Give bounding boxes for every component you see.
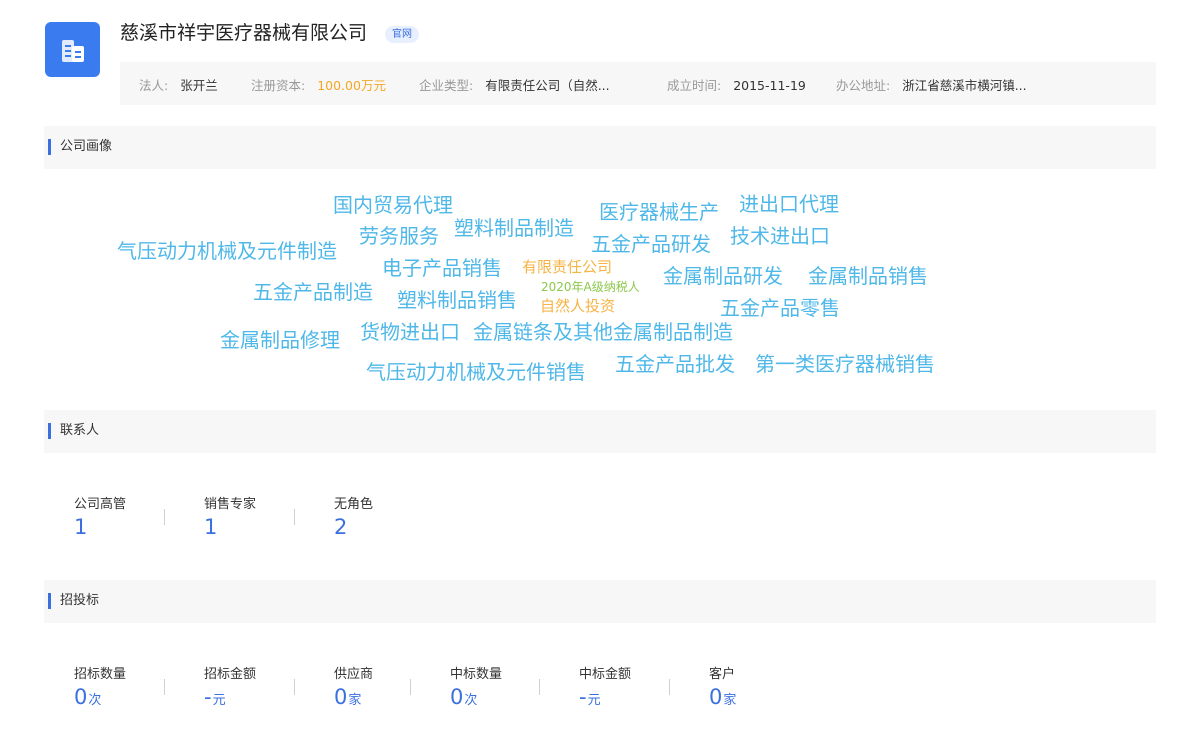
word-cloud-tag: 电子产品销售 — [382, 256, 502, 280]
word-cloud-tag: 金属制品销售 — [808, 264, 928, 288]
stat-value: 2 — [334, 515, 373, 539]
stat-label: 中标金额 — [579, 667, 632, 682]
company-type-value: 有限责任公司（自然... — [485, 78, 610, 93]
stat-number: 1 — [74, 515, 88, 539]
word-cloud-tag: 气压动力机械及元件销售 — [366, 360, 586, 384]
company-type-label: 企业类型: — [419, 78, 474, 93]
stat-number: 0 — [334, 685, 348, 709]
bidding-section-header: 招投标 — [44, 580, 1156, 623]
bid-stat-win-amount[interactable]: 中标金额 -元 — [579, 663, 631, 709]
word-cloud-tag: 塑料制品制造 — [454, 216, 574, 240]
word-cloud-tag: 有限责任公司 — [522, 258, 613, 276]
stat-value: 0家 — [334, 685, 373, 709]
word-cloud-tag: 金属制品修理 — [220, 328, 340, 352]
contact-stat-sales-experts[interactable]: 销售专家 1 — [204, 493, 256, 539]
word-cloud-tag: 货物进出口 — [360, 320, 460, 344]
legal-person-value[interactable]: 张开兰 — [180, 78, 218, 93]
legal-person-label: 法人: — [139, 78, 169, 93]
word-cloud-tag: 金属制品研发 — [663, 264, 783, 288]
word-cloud-tag: 劳务服务 — [359, 224, 439, 248]
stat-unit: 元 — [212, 693, 226, 708]
stat-divider — [294, 679, 295, 695]
stat-unit: 次 — [88, 693, 102, 708]
bidding-section-title: 招投标 — [48, 593, 99, 609]
stat-value: 1 — [74, 515, 126, 539]
stat-unit: 家 — [723, 693, 737, 708]
office-address: 办公地址: 浙江省慈溪市横河镇... — [836, 75, 1027, 94]
contacts-section-title: 联系人 — [48, 423, 99, 439]
word-cloud-tag: 第一类医疗器械销售 — [755, 352, 935, 376]
stat-unit: 家 — [348, 693, 362, 708]
stat-value: -元 — [204, 685, 256, 709]
stat-number: 1 — [204, 515, 218, 539]
stat-value: 0次 — [450, 685, 502, 709]
stat-unit: 次 — [464, 693, 478, 708]
stat-number: 0 — [709, 685, 723, 709]
stat-label: 招标金额 — [204, 667, 257, 682]
office-address-value: 浙江省慈溪市横河镇... — [902, 78, 1027, 93]
stat-number: - — [204, 685, 212, 709]
word-cloud-tag: 医疗器械生产 — [599, 200, 719, 224]
stat-divider — [164, 509, 165, 525]
stat-divider — [294, 509, 295, 525]
bid-stat-tender-amount[interactable]: 招标金额 -元 — [204, 663, 256, 709]
stat-number: 2 — [334, 515, 348, 539]
company-type: 企业类型: 有限责任公司（自然... — [419, 75, 610, 94]
stat-value: 1 — [204, 515, 256, 539]
bid-stat-win-count[interactable]: 中标数量 0次 — [450, 663, 502, 709]
stat-label: 招标数量 — [74, 667, 127, 682]
stat-divider — [164, 679, 165, 695]
stat-unit: 元 — [587, 693, 601, 708]
legal-person: 法人: 张开兰 — [139, 75, 218, 94]
stat-label: 无角色 — [334, 497, 374, 512]
word-cloud-tag: 五金产品研发 — [591, 232, 711, 256]
stat-label: 公司高管 — [74, 497, 127, 512]
founded-date-value: 2015-11-19 — [733, 78, 806, 93]
word-cloud-tag: 进出口代理 — [739, 192, 839, 216]
founded-date: 成立时间: 2015-11-19 — [667, 75, 806, 94]
registered-capital-label: 注册资本: — [251, 78, 306, 93]
stat-divider — [539, 679, 540, 695]
contact-stat-no-role[interactable]: 无角色 2 — [334, 493, 373, 539]
word-cloud-tag: 国内贸易代理 — [333, 193, 453, 217]
bid-stat-customers[interactable]: 客户 0家 — [709, 663, 736, 709]
stat-number: - — [579, 685, 587, 709]
word-cloud-tag: 自然人投资 — [540, 297, 616, 315]
word-cloud-tag: 塑料制品销售 — [397, 288, 517, 312]
portrait-section-header: 公司画像 — [44, 126, 1156, 169]
bid-stat-tender-count[interactable]: 招标数量 0次 — [74, 663, 126, 709]
stat-number: 0 — [450, 685, 464, 709]
stat-divider — [410, 679, 411, 695]
word-cloud-tag: 五金产品批发 — [615, 352, 735, 376]
stat-value: 0次 — [74, 685, 126, 709]
contact-stat-executives[interactable]: 公司高管 1 — [74, 493, 126, 539]
word-cloud-tag: 金属链条及其他金属制品制造 — [473, 320, 733, 344]
founded-date-label: 成立时间: — [667, 78, 722, 93]
portrait-section-title: 公司画像 — [48, 139, 112, 155]
stat-label: 销售专家 — [204, 497, 257, 512]
stat-number: 0 — [74, 685, 88, 709]
word-cloud-tag: 五金产品零售 — [720, 296, 840, 320]
stat-divider — [669, 679, 670, 695]
official-site-link[interactable]: 官网 — [385, 26, 419, 43]
stat-label: 中标数量 — [450, 667, 503, 682]
company-logo-icon — [45, 22, 100, 77]
stat-label: 供应商 — [334, 667, 374, 682]
stat-label: 客户 — [709, 667, 736, 682]
registered-capital: 注册资本: 100.00万元 — [251, 75, 386, 94]
stat-value: -元 — [579, 685, 631, 709]
word-cloud-tag: 五金产品制造 — [253, 280, 373, 304]
bid-stat-suppliers[interactable]: 供应商 0家 — [334, 663, 373, 709]
office-address-label: 办公地址: — [836, 78, 891, 93]
word-cloud-tag: 技术进出口 — [730, 224, 830, 248]
contacts-section-header: 联系人 — [44, 410, 1156, 453]
word-cloud-tag: 2020年A级纳税人 — [541, 280, 640, 294]
company-name: 慈溪市祥宇医疗器械有限公司 — [120, 22, 368, 44]
word-cloud-tag: 气压动力机械及元件制造 — [117, 239, 337, 263]
registered-capital-value: 100.00万元 — [317, 78, 386, 93]
company-info-bar: 法人: 张开兰 注册资本: 100.00万元 企业类型: 有限责任公司（自然..… — [120, 62, 1156, 105]
stat-value: 0家 — [709, 685, 736, 709]
